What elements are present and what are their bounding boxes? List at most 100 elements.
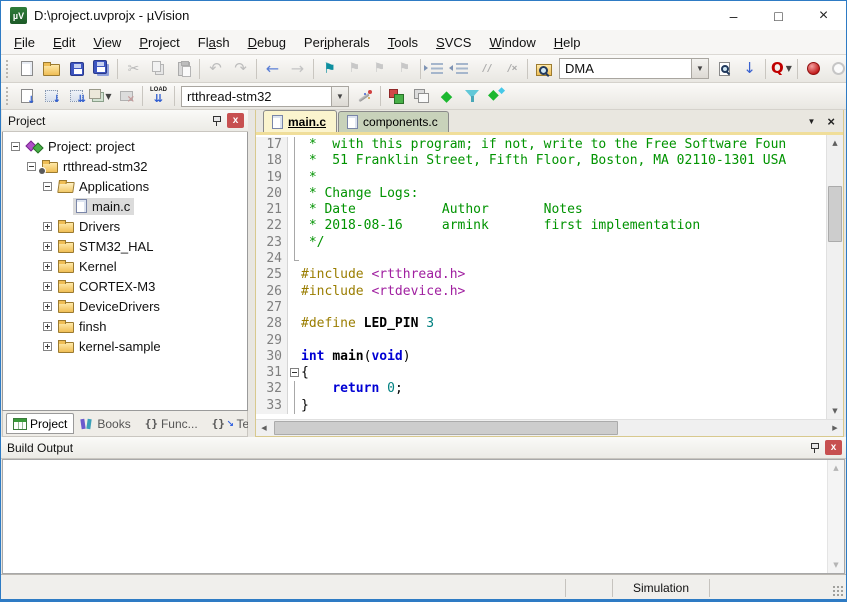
tab-components-c[interactable]: components.c bbox=[338, 111, 449, 132]
rebuild-button[interactable] bbox=[64, 84, 89, 108]
tree-item-kernel-sample[interactable]: kernel-sample bbox=[3, 336, 247, 356]
menu-project[interactable]: Project bbox=[130, 32, 188, 53]
find-in-files-button[interactable] bbox=[531, 57, 556, 81]
pack-installer-button[interactable] bbox=[484, 84, 509, 108]
expand-icon[interactable] bbox=[43, 322, 52, 331]
run-time-environment-button[interactable]: ◆ bbox=[434, 84, 459, 108]
redo-button[interactable]: ↷ bbox=[228, 57, 253, 81]
search-combo-value[interactable]: DMA bbox=[559, 58, 691, 79]
batch-build-button-dropdown-icon[interactable]: ▼ bbox=[105, 92, 111, 101]
toolbar-grip[interactable] bbox=[6, 87, 11, 105]
scroll-right-icon[interactable]: ▶ bbox=[827, 420, 843, 436]
menu-debug[interactable]: Debug bbox=[239, 32, 295, 53]
uncomment-button[interactable]: /× bbox=[499, 57, 524, 81]
tree-item-stm32-hal[interactable]: STM32_HAL bbox=[3, 236, 247, 256]
tree-item-drivers[interactable]: Drivers bbox=[3, 216, 247, 236]
lookup-button-dropdown-icon[interactable]: ▼ bbox=[786, 64, 792, 73]
tab-list-icon[interactable]: ▼ bbox=[807, 117, 815, 126]
stop-build-button[interactable] bbox=[114, 84, 139, 108]
target-combo-dropdown-icon[interactable]: ▼ bbox=[331, 86, 349, 107]
tab-main-c[interactable]: main.c bbox=[263, 110, 337, 132]
collapse-icon[interactable] bbox=[27, 162, 36, 171]
scroll-track[interactable] bbox=[827, 151, 843, 403]
build-output-content[interactable]: ▲ ▼ bbox=[2, 459, 845, 574]
fold-collapse-icon[interactable] bbox=[290, 368, 299, 377]
tree-item-cortex-m3[interactable]: CORTEX-M3 bbox=[3, 276, 247, 296]
collapse-icon[interactable] bbox=[11, 142, 20, 151]
panel-splitter[interactable] bbox=[248, 110, 255, 437]
expand-icon[interactable] bbox=[43, 302, 52, 311]
bookmark-toggle-button[interactable]: ⚑ bbox=[317, 57, 342, 81]
menu-window[interactable]: Window bbox=[480, 32, 544, 53]
lookup-button[interactable]: Q▼ bbox=[769, 57, 794, 81]
tree-item-applications[interactable]: Applications bbox=[3, 176, 247, 196]
batch-build-button[interactable]: ▼ bbox=[89, 84, 114, 108]
find-button[interactable] bbox=[712, 57, 737, 81]
project-panel-close-icon[interactable]: x bbox=[227, 113, 244, 128]
scroll-up-icon[interactable]: ▲ bbox=[828, 460, 844, 476]
build-output-close-icon[interactable]: x bbox=[825, 440, 842, 455]
open-file-button[interactable] bbox=[39, 57, 64, 81]
scroll-track[interactable] bbox=[828, 476, 844, 557]
tree-item-main-c[interactable]: main.c bbox=[3, 196, 247, 216]
close-button[interactable]: × bbox=[801, 1, 846, 30]
undo-button[interactable]: ↶ bbox=[203, 57, 228, 81]
indent-button[interactable] bbox=[424, 57, 449, 81]
scroll-down-icon[interactable]: ▼ bbox=[828, 557, 844, 573]
build-button[interactable] bbox=[39, 84, 64, 108]
tree-item-devicedrivers[interactable]: DeviceDrivers bbox=[3, 296, 247, 316]
collapse-icon[interactable] bbox=[43, 182, 52, 191]
scroll-thumb[interactable] bbox=[828, 186, 842, 241]
tree-item-finsh[interactable]: finsh bbox=[3, 316, 247, 336]
comment-button[interactable]: // bbox=[474, 57, 499, 81]
disable-breakpoint-button[interactable] bbox=[826, 57, 846, 81]
menu-tools[interactable]: Tools bbox=[379, 32, 427, 53]
menu-flash[interactable]: Flash bbox=[189, 32, 239, 53]
multi-project-button[interactable] bbox=[409, 84, 434, 108]
tree-item-project-project[interactable]: Project: project bbox=[3, 136, 247, 156]
scroll-up-icon[interactable]: ▲ bbox=[827, 135, 843, 151]
tree-item-kernel[interactable]: Kernel bbox=[3, 256, 247, 276]
scroll-track[interactable] bbox=[272, 420, 827, 436]
pin-icon[interactable] bbox=[212, 115, 221, 126]
pin-icon[interactable] bbox=[810, 442, 819, 453]
code-editor[interactable]: 17 * with this program; if not, write to… bbox=[256, 135, 843, 419]
incremental-find-button[interactable]: ↓ bbox=[737, 57, 762, 81]
maximize-button[interactable]: □ bbox=[756, 1, 801, 30]
menu-svcs[interactable]: SVCS bbox=[427, 32, 480, 53]
build-output-scrollbar[interactable]: ▲ ▼ bbox=[827, 460, 844, 573]
tab-project[interactable]: Project bbox=[6, 413, 74, 434]
toolbar-grip[interactable] bbox=[6, 60, 11, 78]
tab-close-icon[interactable]: × bbox=[827, 115, 835, 128]
uvision-logo-icon[interactable]: µV bbox=[10, 7, 27, 24]
minimize-button[interactable]: – bbox=[711, 1, 756, 30]
download-button[interactable]: LOAD⇊ bbox=[146, 84, 171, 108]
translate-button[interactable] bbox=[14, 84, 39, 108]
select-packs-button[interactable] bbox=[459, 84, 484, 108]
search-combo[interactable]: DMA▼ bbox=[559, 58, 709, 79]
cut-button[interactable]: ✂ bbox=[121, 57, 146, 81]
menu-peripherals[interactable]: Peripherals bbox=[295, 32, 379, 53]
scroll-down-icon[interactable]: ▼ bbox=[827, 403, 843, 419]
new-file-button[interactable] bbox=[14, 57, 39, 81]
bookmark-next-button[interactable]: ⚑ bbox=[367, 57, 392, 81]
resize-grip[interactable] bbox=[833, 586, 844, 597]
expand-icon[interactable] bbox=[43, 282, 52, 291]
target-combo-value[interactable]: rtthread-stm32 bbox=[181, 86, 331, 107]
insert-breakpoint-button[interactable] bbox=[801, 57, 826, 81]
expand-icon[interactable] bbox=[43, 342, 52, 351]
tree-item-rtthread-stm32[interactable]: rtthread-stm32 bbox=[3, 156, 247, 176]
menu-file[interactable]: File bbox=[5, 32, 44, 53]
editor-horizontal-scrollbar[interactable]: ◀ ▶ bbox=[256, 419, 843, 436]
options-for-target-button[interactable] bbox=[352, 84, 377, 108]
paste-button[interactable] bbox=[171, 57, 196, 81]
bookmark-prev-button[interactable]: ⚑ bbox=[342, 57, 367, 81]
bookmark-clear-button[interactable]: ⚑ bbox=[392, 57, 417, 81]
manage-project-items-button[interactable] bbox=[384, 84, 409, 108]
save-all-button[interactable] bbox=[89, 57, 114, 81]
scroll-thumb[interactable] bbox=[274, 421, 618, 435]
save-button[interactable] bbox=[64, 57, 89, 81]
menu-view[interactable]: View bbox=[84, 32, 130, 53]
target-combo[interactable]: rtthread-stm32▼ bbox=[181, 86, 349, 107]
expand-icon[interactable] bbox=[43, 222, 52, 231]
